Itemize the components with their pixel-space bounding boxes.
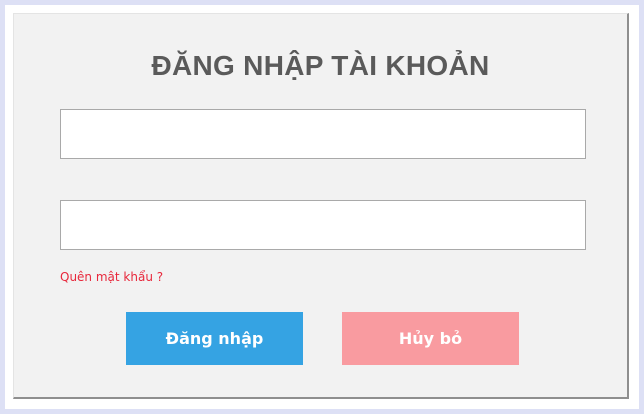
cancel-button[interactable]: Hủy bỏ — [342, 312, 519, 365]
login-panel: ĐĂNG NHẬP TÀI KHOẢN Quên mật khẩu ? Đăng… — [13, 13, 629, 399]
page-title: ĐĂNG NHẬP TÀI KHOẢN — [151, 50, 490, 81]
login-button[interactable]: Đăng nhập — [126, 312, 303, 365]
login-window-frame: ĐĂNG NHẬP TÀI KHOẢN Quên mật khẩu ? Đăng… — [0, 0, 644, 414]
forgot-password-link[interactable]: Quên mật khẩu ? — [60, 270, 163, 284]
username-input[interactable] — [60, 109, 586, 159]
password-input[interactable] — [60, 200, 586, 250]
